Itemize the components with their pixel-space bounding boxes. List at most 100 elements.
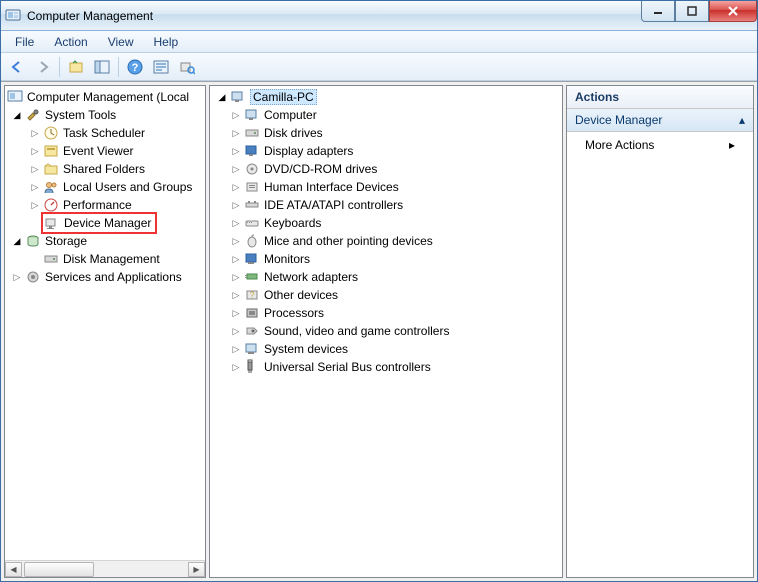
shared-folder-icon — [43, 161, 59, 177]
maximize-button[interactable] — [675, 1, 709, 22]
device-root-label: Camilla-PC — [250, 89, 317, 105]
device-category[interactable]: ▷Computer — [210, 106, 562, 124]
minimize-button[interactable] — [641, 1, 675, 22]
device-category[interactable]: ▷Disk drives — [210, 124, 562, 142]
expander-icon[interactable]: ▷ — [230, 325, 242, 337]
menu-action[interactable]: Action — [46, 33, 95, 51]
users-icon — [43, 179, 59, 195]
tree-task-scheduler[interactable]: ▷ Task Scheduler — [5, 124, 205, 142]
device-category-icon — [244, 161, 260, 177]
expander-icon[interactable]: ▷ — [29, 145, 41, 157]
expander-icon[interactable]: ▷ — [230, 127, 242, 139]
actions-header: Actions — [567, 86, 753, 109]
expander-icon[interactable]: ▷ — [230, 271, 242, 283]
computer-icon — [230, 89, 246, 105]
device-category-icon — [244, 323, 260, 339]
menu-help[interactable]: Help — [146, 33, 187, 51]
back-button[interactable] — [5, 55, 29, 79]
device-tree[interactable]: ◢ Camilla-PC ▷Computer▷Disk drives▷Displ… — [210, 86, 562, 577]
tree-storage[interactable]: ◢ Storage — [5, 232, 205, 250]
actions-subheader[interactable]: Device Manager ▴ — [567, 109, 753, 132]
collapse-icon: ▴ — [739, 113, 745, 127]
expander-icon[interactable]: ◢ — [11, 235, 23, 247]
device-category-label: Human Interface Devices — [264, 180, 399, 194]
disk-icon — [43, 251, 59, 267]
device-category[interactable]: ▷Sound, video and game controllers — [210, 322, 562, 340]
device-category-icon — [244, 359, 260, 375]
device-category[interactable]: ▷ Mice and other pointing devices — [210, 232, 562, 250]
expander-icon[interactable]: ▷ — [230, 253, 242, 265]
device-category-label: Keyboards — [264, 216, 321, 230]
expander-icon[interactable]: ▷ — [29, 163, 41, 175]
expander-icon[interactable]: ▷ — [29, 199, 41, 211]
device-category[interactable]: ▷Network adapters — [210, 268, 562, 286]
expander-icon[interactable]: ▷ — [230, 361, 242, 373]
tree-label: Device Manager — [64, 216, 151, 230]
show-hide-tree-button[interactable] — [90, 55, 114, 79]
device-category[interactable]: ▷ Human Interface Devices — [210, 178, 562, 196]
menu-view[interactable]: View — [100, 33, 142, 51]
device-root[interactable]: ◢ Camilla-PC — [210, 88, 562, 106]
device-category-label: Monitors — [264, 252, 310, 266]
storage-icon — [25, 233, 41, 249]
tools-icon — [25, 107, 41, 123]
tree-system-tools[interactable]: ◢ System Tools — [5, 106, 205, 124]
menu-file[interactable]: File — [7, 33, 42, 51]
expander-icon[interactable]: ▷ — [230, 343, 242, 355]
device-manager-icon — [44, 215, 60, 231]
tree-device-manager[interactable]: Device Manager — [5, 214, 205, 232]
expander-icon[interactable]: ▷ — [11, 271, 23, 283]
expander-icon[interactable]: ◢ — [11, 109, 23, 121]
expander-icon[interactable]: ▷ — [230, 109, 242, 121]
expander-icon[interactable]: ▷ — [29, 181, 41, 193]
expander-icon[interactable]: ▷ — [230, 217, 242, 229]
expander-icon[interactable]: ▷ — [230, 289, 242, 301]
scroll-left-button[interactable]: ◀ — [5, 562, 22, 577]
expander-icon[interactable]: ▷ — [29, 127, 41, 139]
titlebar[interactable]: Computer Management — [1, 1, 757, 31]
device-category[interactable]: ▷System devices — [210, 340, 562, 358]
expander-icon[interactable]: ▷ — [230, 163, 242, 175]
scan-hardware-button[interactable] — [175, 55, 199, 79]
scroll-right-button[interactable]: ▶ — [188, 562, 205, 577]
tree-services-apps[interactable]: ▷ Services and Applications — [5, 268, 205, 286]
tree-event-viewer[interactable]: ▷ Event Viewer — [5, 142, 205, 160]
device-category[interactable]: ▷Display adapters — [210, 142, 562, 160]
device-category-icon — [244, 305, 260, 321]
device-category[interactable]: ▷Processors — [210, 304, 562, 322]
device-category[interactable]: ▷ Monitors — [210, 250, 562, 268]
device-category-icon — [244, 197, 260, 213]
console-tree[interactable]: Computer Management (Local ◢ System Tool… — [5, 86, 205, 560]
expander-icon[interactable]: ▷ — [230, 145, 242, 157]
device-category-label: Mice and other pointing devices — [264, 234, 433, 248]
tree-label: Computer Management (Local — [27, 90, 189, 104]
horizontal-scrollbar[interactable]: ◀ ▶ — [5, 560, 205, 577]
actions-more[interactable]: More Actions ▸ — [567, 132, 753, 158]
expander-icon[interactable]: ▷ — [230, 235, 242, 247]
tree-local-users[interactable]: ▷ Local Users and Groups — [5, 178, 205, 196]
window-controls — [641, 1, 757, 22]
device-category[interactable]: ▷ Keyboards — [210, 214, 562, 232]
device-category[interactable]: ▷Universal Serial Bus controllers — [210, 358, 562, 376]
device-category[interactable]: ▷DVD/CD-ROM drives — [210, 160, 562, 178]
device-category-icon — [244, 125, 260, 141]
device-category[interactable]: ▷IDE ATA/ATAPI controllers — [210, 196, 562, 214]
expander-icon[interactable]: ▷ — [230, 307, 242, 319]
window: Computer Management File Action View Hel… — [0, 0, 758, 582]
expander-icon[interactable]: ▷ — [230, 199, 242, 211]
device-category-label: Other devices — [264, 288, 338, 302]
scroll-thumb[interactable] — [24, 562, 94, 577]
expander-icon[interactable]: ◢ — [216, 91, 228, 103]
performance-icon — [43, 197, 59, 213]
tree-root[interactable]: Computer Management (Local — [5, 88, 205, 106]
tree-label: Event Viewer — [63, 144, 133, 158]
properties-button[interactable] — [149, 55, 173, 79]
forward-button[interactable] — [31, 55, 55, 79]
tree-disk-management[interactable]: Disk Management — [5, 250, 205, 268]
tree-shared-folders[interactable]: ▷ Shared Folders — [5, 160, 205, 178]
expander-icon[interactable]: ▷ — [230, 181, 242, 193]
close-button[interactable] — [709, 1, 757, 22]
up-button[interactable] — [64, 55, 88, 79]
device-category[interactable]: ▷?Other devices — [210, 286, 562, 304]
help-button[interactable]: ? — [123, 55, 147, 79]
